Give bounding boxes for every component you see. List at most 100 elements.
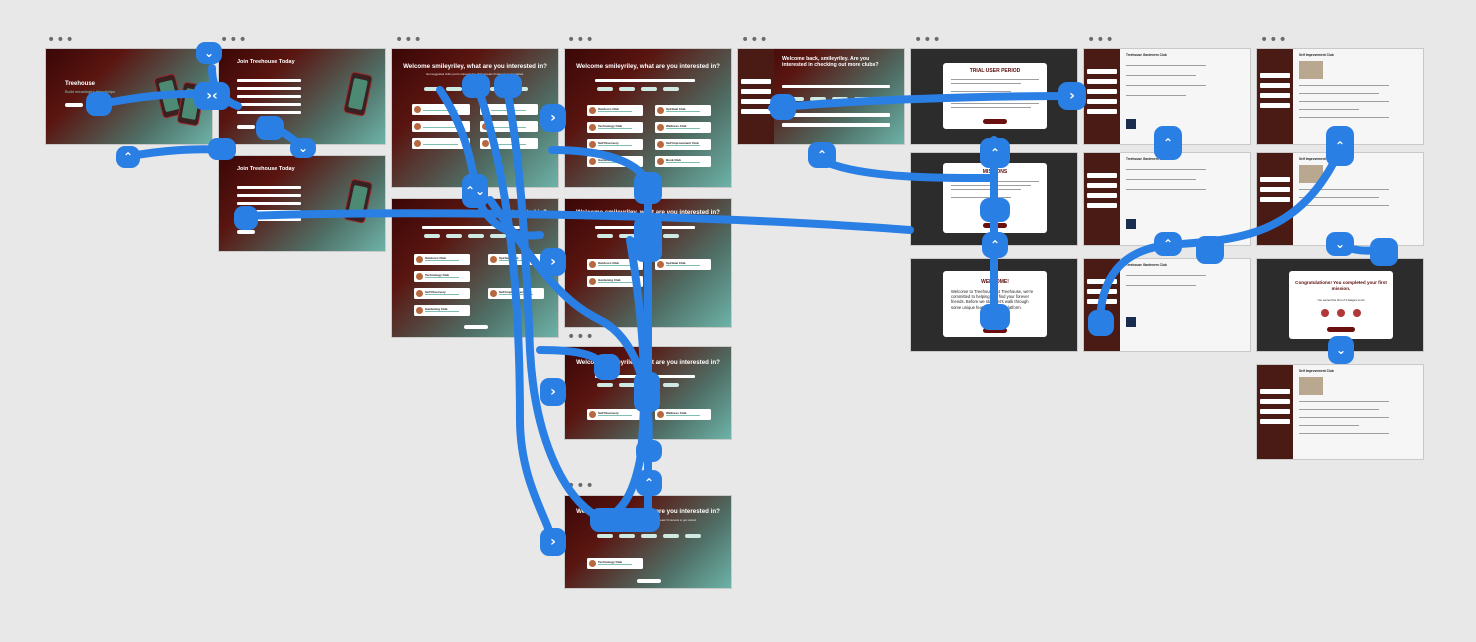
club-card[interactable]: Wellness Club bbox=[655, 122, 711, 133]
club-card[interactable]: Technology Club bbox=[587, 122, 643, 133]
frame-menu[interactable]: ••• bbox=[395, 33, 423, 47]
interest-chip[interactable] bbox=[597, 534, 613, 538]
flow-handle-icon[interactable] bbox=[770, 94, 796, 120]
flow-handle-icon[interactable] bbox=[980, 304, 1010, 330]
chevron-right-icon[interactable]: › bbox=[540, 104, 566, 132]
club-card[interactable]: Technology Club bbox=[587, 558, 643, 569]
frame-menu[interactable]: ••• bbox=[1260, 33, 1288, 47]
chevron-up-icon[interactable]: ⌃ bbox=[116, 146, 140, 168]
frame-menu[interactable]: ••• bbox=[741, 33, 769, 47]
club-card[interactable]: Technology Club bbox=[414, 271, 470, 282]
club-card[interactable]: Self Discovery bbox=[414, 288, 470, 299]
interest-chip[interactable] bbox=[832, 97, 848, 101]
club-suggestion[interactable] bbox=[782, 113, 890, 117]
flow-handle-icon[interactable]: ⌄ bbox=[196, 42, 222, 64]
interest-chip[interactable] bbox=[685, 534, 701, 538]
sidebar-row[interactable] bbox=[741, 89, 771, 94]
congrats-button[interactable] bbox=[1327, 327, 1355, 332]
frame-menu[interactable]: ••• bbox=[567, 33, 595, 47]
signup-field[interactable] bbox=[237, 79, 301, 82]
club-card[interactable]: Self Discovery bbox=[587, 139, 643, 150]
flow-handle-icon[interactable] bbox=[86, 92, 112, 116]
signup-field[interactable] bbox=[237, 103, 301, 106]
trial-ok-button[interactable] bbox=[983, 119, 1007, 124]
interest-chip[interactable] bbox=[490, 234, 506, 238]
interest-chip[interactable] bbox=[597, 87, 613, 91]
flow-handle-icon[interactable] bbox=[256, 116, 284, 140]
interest-chip[interactable] bbox=[619, 87, 635, 91]
design-canvas[interactable]: ••• Treehouse Build meaningful friendshi… bbox=[0, 0, 1476, 642]
search-input[interactable] bbox=[595, 79, 695, 82]
continue-button[interactable] bbox=[464, 325, 488, 329]
interest-chip[interactable] bbox=[597, 234, 613, 238]
flow-handle-icon[interactable] bbox=[1088, 310, 1114, 336]
flow-handle-icon[interactable]: ⌃ bbox=[1326, 126, 1354, 166]
signup-field[interactable] bbox=[237, 95, 301, 98]
frame-interests[interactable]: Welcome smileyriley, what are you intere… bbox=[391, 48, 559, 188]
club-card[interactable]: Outdoors Club bbox=[414, 254, 470, 265]
club-card[interactable] bbox=[412, 104, 470, 115]
interest-chip[interactable] bbox=[619, 234, 635, 238]
club-card[interactable] bbox=[412, 121, 470, 132]
continue-button[interactable] bbox=[637, 579, 661, 583]
flow-handle-icon[interactable]: ⌃⌄ bbox=[462, 174, 488, 208]
club-card[interactable]: Self Discovery bbox=[587, 409, 643, 420]
signup-field[interactable] bbox=[237, 202, 301, 205]
frame-interests-clubs[interactable]: Welcome smileyriley, what are you intere… bbox=[391, 198, 559, 338]
signup-field[interactable] bbox=[237, 194, 301, 197]
flow-handle-icon[interactable] bbox=[636, 440, 662, 462]
flow-handle-icon[interactable]: ⌃ bbox=[980, 138, 1010, 168]
flow-handle-icon[interactable]: ⌃ bbox=[1154, 232, 1182, 256]
signup-button[interactable] bbox=[237, 230, 255, 234]
club-card[interactable]: Gardening Club bbox=[414, 305, 470, 316]
signup-field[interactable] bbox=[237, 186, 301, 189]
flow-handle-icon[interactable] bbox=[234, 206, 258, 230]
chevron-up-icon[interactable]: ⌃ bbox=[982, 232, 1008, 258]
interest-chip[interactable] bbox=[424, 87, 440, 91]
flow-handle-icon[interactable] bbox=[1196, 236, 1224, 264]
club-card[interactable]: Spiritual Club bbox=[655, 259, 711, 270]
frame-landing[interactable]: Treehouse Build meaningful friendships bbox=[45, 48, 213, 145]
interest-chip[interactable] bbox=[663, 534, 679, 538]
sidebar-row[interactable] bbox=[741, 109, 771, 114]
signup-button[interactable] bbox=[237, 125, 255, 129]
flow-handle-icon[interactable] bbox=[1370, 238, 1398, 266]
frame-trial-modal[interactable]: TRIAL USER PERIOD bbox=[910, 48, 1078, 145]
flow-handle-icon[interactable] bbox=[208, 138, 236, 160]
interest-chip[interactable] bbox=[641, 87, 657, 91]
flow-handle-icon[interactable] bbox=[980, 198, 1010, 222]
flow-handle-icon[interactable] bbox=[634, 216, 662, 262]
flow-handle-icon[interactable] bbox=[594, 354, 620, 380]
frame-interests-selected[interactable]: Welcome smileyriley, what are you intere… bbox=[564, 48, 732, 188]
chevron-right-icon[interactable]: › bbox=[540, 528, 566, 556]
club-suggestion[interactable] bbox=[782, 123, 890, 127]
chevron-right-icon[interactable]: › bbox=[540, 378, 566, 406]
flow-handle-icon[interactable] bbox=[634, 372, 660, 412]
frame-menu[interactable]: ••• bbox=[914, 33, 942, 47]
club-card[interactable]: Outdoors Club bbox=[587, 105, 643, 116]
frame-signup[interactable]: Join Treehouse Today bbox=[218, 48, 386, 145]
flow-handle-icon[interactable]: ⌃ bbox=[1154, 126, 1182, 160]
frame-menu[interactable]: ••• bbox=[567, 330, 595, 344]
interest-chip[interactable] bbox=[810, 97, 826, 101]
club-card[interactable]: Gardening Club bbox=[587, 276, 643, 287]
flow-handle-icon[interactable] bbox=[494, 74, 522, 98]
sidebar-row[interactable] bbox=[741, 99, 771, 104]
chevron-up-icon[interactable]: ⌃ bbox=[636, 470, 662, 496]
frame-menu[interactable]: ••• bbox=[1087, 33, 1115, 47]
club-card[interactable]: Spiritual Club bbox=[488, 254, 544, 265]
interest-chip[interactable] bbox=[468, 234, 484, 238]
interest-chip[interactable] bbox=[446, 87, 462, 91]
interest-chip[interactable] bbox=[854, 97, 870, 101]
interest-chip[interactable] bbox=[619, 383, 635, 387]
flow-handle-icon[interactable]: ›‹ bbox=[194, 82, 230, 110]
frame-club-page-third[interactable]: Treehouse Gardeners Club bbox=[1083, 258, 1251, 352]
club-card[interactable]: Self Improvement Club bbox=[488, 288, 544, 299]
frame-menu[interactable]: ••• bbox=[47, 33, 75, 47]
club-card[interactable]: Outdoors Club bbox=[587, 259, 643, 270]
club-card[interactable]: Gardening Club bbox=[587, 156, 643, 167]
club-card[interactable] bbox=[412, 138, 470, 149]
frame-welcome-back[interactable]: Welcome back, smileyriley. Are you inter… bbox=[737, 48, 905, 145]
search-input[interactable] bbox=[782, 85, 890, 88]
chevron-up-icon[interactable]: ⌃ bbox=[808, 142, 836, 168]
